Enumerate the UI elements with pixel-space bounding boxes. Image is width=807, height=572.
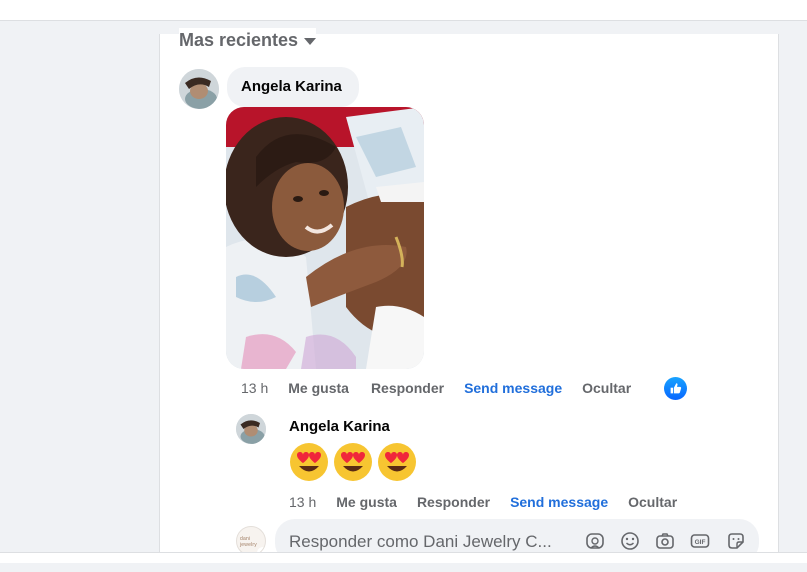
- comment-photo[interactable]: [226, 107, 424, 369]
- reply-input[interactable]: Responder como Dani Jewelry C...: [289, 532, 552, 552]
- gif-icon[interactable]: GIF: [689, 530, 711, 552]
- reply-like-button[interactable]: Me gusta: [336, 494, 397, 510]
- reply-button[interactable]: Responder: [371, 380, 444, 396]
- sort-comments-dropdown[interactable]: Mas recientes: [179, 28, 317, 52]
- heart-eyes-emoji-icon: [378, 443, 416, 481]
- comment-time[interactable]: 13 h: [241, 380, 268, 396]
- reply-time[interactable]: 13 h: [289, 494, 316, 510]
- heart-eyes-emoji-icon: [290, 443, 328, 481]
- reply-actions: 13 h Me gusta Responder Send message Ocu…: [289, 494, 677, 510]
- bottom-bar: [0, 552, 807, 572]
- avatar-sticker-icon[interactable]: [584, 530, 606, 552]
- comment-bubble: Angela Karina: [227, 67, 359, 107]
- send-message-button[interactable]: Send message: [464, 380, 562, 396]
- camera-icon[interactable]: [654, 530, 676, 552]
- reply-reply-button[interactable]: Responder: [417, 494, 490, 510]
- heart-eyes-emoji-icon: [334, 443, 372, 481]
- top-bar: [0, 0, 807, 21]
- hide-button[interactable]: Ocultar: [582, 380, 631, 396]
- svg-text:GIF: GIF: [695, 539, 706, 546]
- caret-down-icon: [304, 38, 317, 45]
- sort-label: Mas recientes: [179, 29, 299, 50]
- like-reaction-icon[interactable]: [664, 377, 687, 400]
- sticker-icon[interactable]: [725, 530, 747, 552]
- reply-hide-button[interactable]: Ocultar: [628, 494, 677, 510]
- reply-send-message-button[interactable]: Send message: [510, 494, 608, 510]
- emoji-icon[interactable]: [619, 530, 641, 552]
- comment-author-name[interactable]: Angela Karina: [241, 78, 342, 95]
- like-button[interactable]: Me gusta: [288, 380, 349, 396]
- reply-emoji-text: 😍😍😍: [288, 441, 418, 483]
- comment-actions: 13 h Me gusta Responder Send message Ocu…: [241, 380, 631, 396]
- reply-author-name[interactable]: Angela Karina: [289, 418, 390, 435]
- reply-author-avatar[interactable]: [236, 414, 266, 444]
- comment-author-avatar[interactable]: [179, 69, 219, 109]
